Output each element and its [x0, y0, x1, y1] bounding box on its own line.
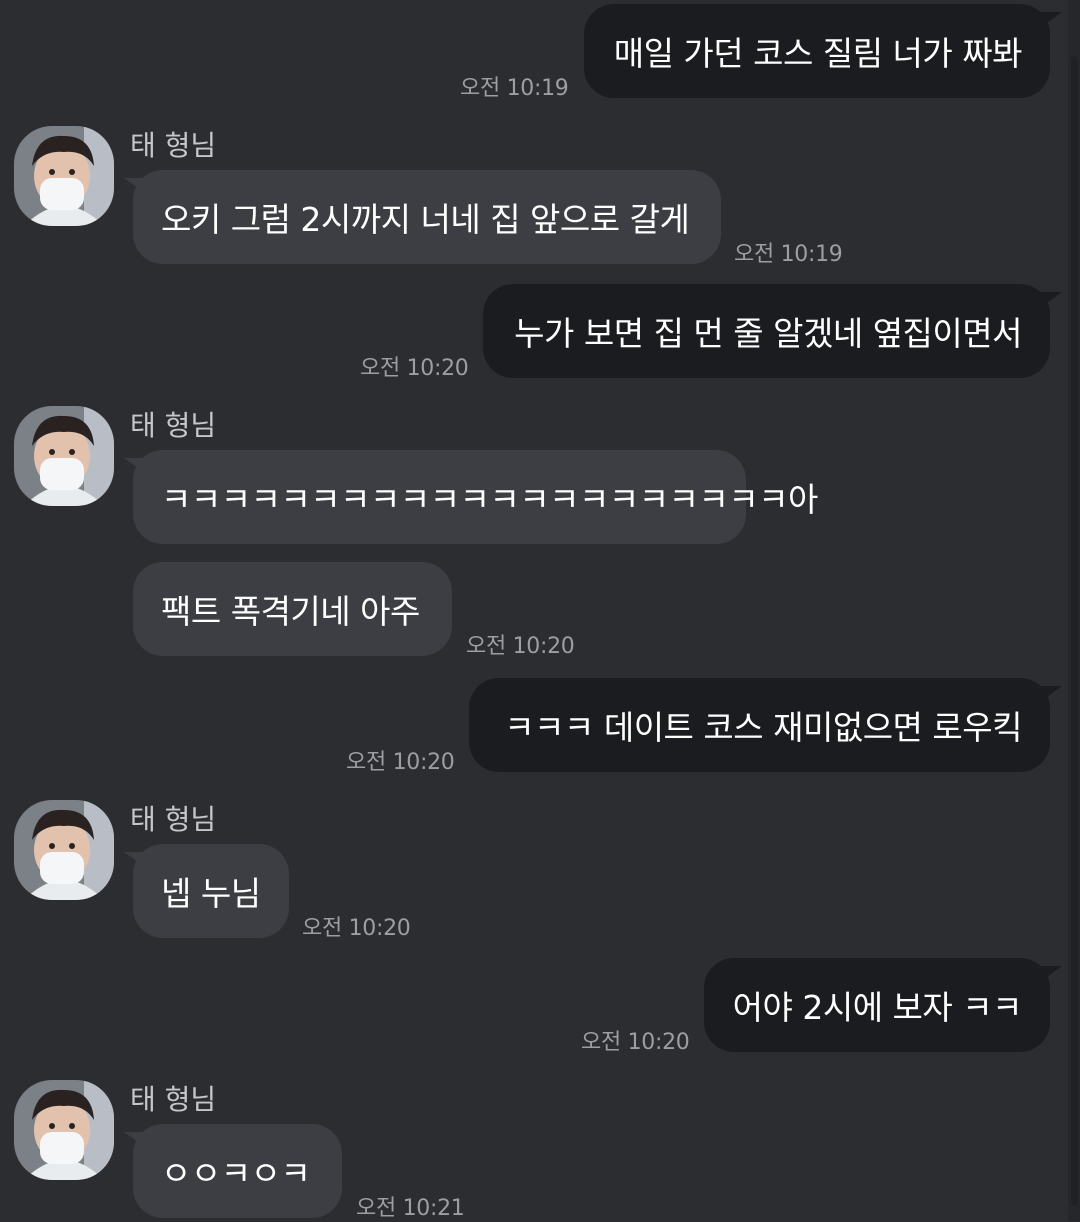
message-timestamp: 오전 10:19	[734, 242, 843, 267]
avatar-photo-icon	[14, 800, 114, 900]
message-text: ㅇㅇㅋㅇㅋ	[161, 1154, 311, 1193]
incoming-message-bubble[interactable]: ㅋㅋㅋㅋㅋㅋㅋㅋㅋㅋㅋㅋㅋㅋㅋㅋㅋㅋㅋㅋㅋ아	[133, 450, 818, 544]
message-timestamp: 오전 10:21	[356, 1196, 465, 1221]
message-timestamp: 오전 10:20	[346, 750, 455, 775]
bubble-tail	[1040, 12, 1062, 28]
incoming-message-bubble[interactable]: 팩트 폭격기네 아주	[133, 562, 452, 656]
sender-name: 태 형님	[130, 129, 217, 162]
message-text: 매일 가던 코스 질림 너가 짜봐	[613, 34, 1023, 73]
incoming-message-bubble[interactable]: 넵 누님	[133, 844, 289, 938]
bubble-tail	[124, 458, 146, 474]
message-timestamp: 오전 10:20	[360, 356, 469, 381]
message-text: ㅋㅋㅋ 데이트 코스 재미없으면 로우킥	[504, 708, 1022, 747]
contact-avatar[interactable]	[14, 1080, 114, 1180]
contact-avatar[interactable]	[14, 800, 114, 900]
bubble-tail	[124, 852, 146, 868]
avatar-photo-icon	[14, 1080, 114, 1180]
message-text: 오키 그럼 2시까지 너네 집 앞으로 갈게	[161, 200, 690, 239]
sender-name: 태 형님	[130, 803, 217, 836]
sender-name: 태 형님	[130, 409, 217, 442]
contact-avatar[interactable]	[14, 126, 114, 226]
bubble-tail	[1040, 966, 1062, 982]
bubble-tail	[1040, 686, 1062, 702]
contact-avatar[interactable]	[14, 406, 114, 506]
message-text: 어야 2시에 보자 ㅋㅋ	[732, 988, 1023, 1027]
incoming-message-bubble[interactable]: 오키 그럼 2시까지 너네 집 앞으로 갈게	[133, 170, 721, 264]
scrollbar-track[interactable]	[1068, 0, 1080, 1221]
message-text: 팩트 폭격기네 아주	[161, 592, 420, 631]
message-timestamp: 오전 10:20	[581, 1030, 690, 1055]
outgoing-message-bubble[interactable]: 매일 가던 코스 질림 너가 짜봐	[584, 4, 1050, 98]
message-timestamp: 오전 10:19	[460, 76, 569, 101]
bubble-tail	[124, 178, 146, 194]
bubble-tail	[1040, 292, 1062, 308]
message-text: 넵 누님	[161, 874, 261, 913]
outgoing-message-bubble[interactable]: 어야 2시에 보자 ㅋㅋ	[704, 958, 1050, 1052]
message-timestamp: 오전 10:20	[302, 916, 411, 941]
outgoing-message-bubble[interactable]: 누가 보면 집 먼 줄 알겠네 옆집이면서	[483, 284, 1050, 378]
outgoing-message-bubble[interactable]: ㅋㅋㅋ 데이트 코스 재미없으면 로우킥	[469, 678, 1050, 772]
sender-name: 태 형님	[130, 1083, 217, 1116]
incoming-message-bubble[interactable]: ㅇㅇㅋㅇㅋ	[133, 1124, 342, 1218]
scrollbar-thumb[interactable]	[1071, 56, 1078, 1206]
message-timestamp: 오전 10:20	[466, 634, 575, 659]
message-text: 누가 보면 집 먼 줄 알겠네 옆집이면서	[514, 314, 1022, 353]
avatar-photo-icon	[14, 126, 114, 226]
bubble-tail	[124, 1132, 146, 1148]
message-text: ㅋㅋㅋㅋㅋㅋㅋㅋㅋㅋㅋㅋㅋㅋㅋㅋㅋㅋㅋㅋㅋ아	[161, 480, 818, 519]
avatar-photo-icon	[14, 406, 114, 506]
